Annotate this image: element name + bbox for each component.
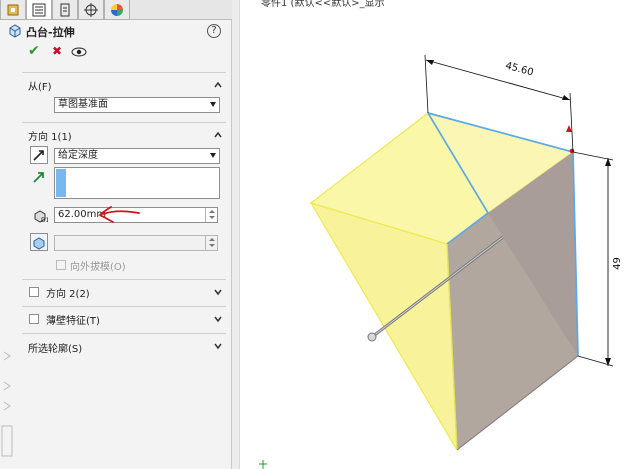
origin-icon xyxy=(259,460,267,469)
left-toolbar-strip xyxy=(1,351,13,457)
depth-stepper[interactable] xyxy=(205,208,217,222)
section-divider xyxy=(22,122,226,123)
strip-chevron-icon xyxy=(3,401,11,411)
from-select[interactable]: 草图基准面 xyxy=(54,97,220,113)
preview-eye-icon[interactable] xyxy=(71,46,87,58)
from-section-title: 从(F) xyxy=(28,82,52,93)
manager-tabs xyxy=(0,0,232,20)
property-manager: 凸台-拉伸 ? ✔ ✖ 从(F) 草图基准面 方向 1(1) 给定深度 D1 6… xyxy=(0,0,232,469)
property-manager-tab[interactable] xyxy=(26,0,52,20)
section-divider xyxy=(22,279,226,280)
thin-feature-section-title: 薄壁特征(T) xyxy=(46,316,100,327)
configuration-manager-tab[interactable] xyxy=(52,0,78,20)
cancel-button[interactable]: ✖ xyxy=(52,44,62,58)
section-divider xyxy=(22,306,226,307)
direction-vector-icon xyxy=(33,172,44,183)
dimension-extension-line xyxy=(572,151,614,161)
ok-button[interactable]: ✔ xyxy=(28,44,40,58)
draft-icon xyxy=(33,237,45,250)
dimension-arrowhead xyxy=(562,95,570,100)
page-title: 凸台-拉伸 xyxy=(26,26,75,39)
chevron-up-icon[interactable] xyxy=(214,81,222,89)
red-handle-icon[interactable] xyxy=(566,125,572,132)
direction2-checkbox[interactable] xyxy=(29,287,39,297)
property-manager-icon xyxy=(32,3,46,16)
draft-angle-stepper[interactable] xyxy=(205,236,217,250)
display-manager-tab[interactable] xyxy=(104,0,130,20)
draft-outward-checkbox[interactable] xyxy=(56,260,66,270)
color-wheel-icon xyxy=(111,3,123,16)
selection-highlight xyxy=(56,169,66,197)
depth-icon: D1 xyxy=(34,210,48,223)
direction2-section-title: 方向 2(2) xyxy=(46,289,90,300)
end-condition-select[interactable]: 给定深度 xyxy=(54,148,220,164)
chevron-down-icon[interactable] xyxy=(214,315,222,323)
from-select-value: 草图基准面 xyxy=(58,99,108,110)
reverse-direction-button[interactable] xyxy=(30,146,48,164)
feature-manager-tab[interactable] xyxy=(0,0,26,20)
boss-extrude-icon xyxy=(9,24,21,38)
draft-toggle-button[interactable] xyxy=(30,233,48,251)
svg-text:D1: D1 xyxy=(41,217,48,223)
dimension-extension-line xyxy=(569,92,574,153)
help-icon[interactable]: ? xyxy=(207,24,221,38)
configuration-manager-icon xyxy=(60,3,70,16)
crosshair-icon xyxy=(84,2,98,17)
part-model xyxy=(259,54,614,469)
strip-panel-icon xyxy=(1,425,13,457)
chevron-down-icon[interactable] xyxy=(214,342,222,350)
selected-contours-section-title: 所选轮廓(S) xyxy=(28,344,83,355)
draft-angle-input[interactable] xyxy=(54,235,218,251)
strip-chevron-icon xyxy=(3,381,11,391)
section-divider xyxy=(22,333,226,334)
reverse-arrow-icon xyxy=(33,150,44,161)
graphics-area[interactable]: 零件1 (默认<<默认>_显示 45.60 49 xyxy=(241,0,640,469)
feature-manager-icon xyxy=(7,4,19,15)
dimxpert-tab[interactable] xyxy=(78,0,104,20)
dropdown-arrow-icon xyxy=(210,153,216,158)
red-annotation-arrow xyxy=(98,206,140,223)
dimension-line[interactable] xyxy=(425,59,571,101)
direction-vector-selection[interactable] xyxy=(54,167,220,199)
panel-splitter[interactable] xyxy=(232,0,240,469)
red-point-icon[interactable] xyxy=(569,148,575,154)
dropdown-arrow-icon xyxy=(210,102,216,107)
end-condition-value: 给定深度 xyxy=(58,150,98,161)
section-divider xyxy=(22,72,226,73)
draft-outward-label: 向外拔模(O) xyxy=(70,262,126,273)
dimension-height-label[interactable]: 49 xyxy=(612,257,623,270)
thin-feature-checkbox[interactable] xyxy=(29,314,39,324)
dimension-extension-line xyxy=(424,54,429,114)
chevron-up-icon[interactable] xyxy=(214,131,222,139)
dimension-arrowhead xyxy=(426,60,434,65)
direction1-section-title: 方向 1(1) xyxy=(28,132,72,143)
chevron-down-icon[interactable] xyxy=(214,288,222,296)
drag-handle[interactable] xyxy=(367,332,377,342)
strip-chevron-icon xyxy=(3,351,11,361)
